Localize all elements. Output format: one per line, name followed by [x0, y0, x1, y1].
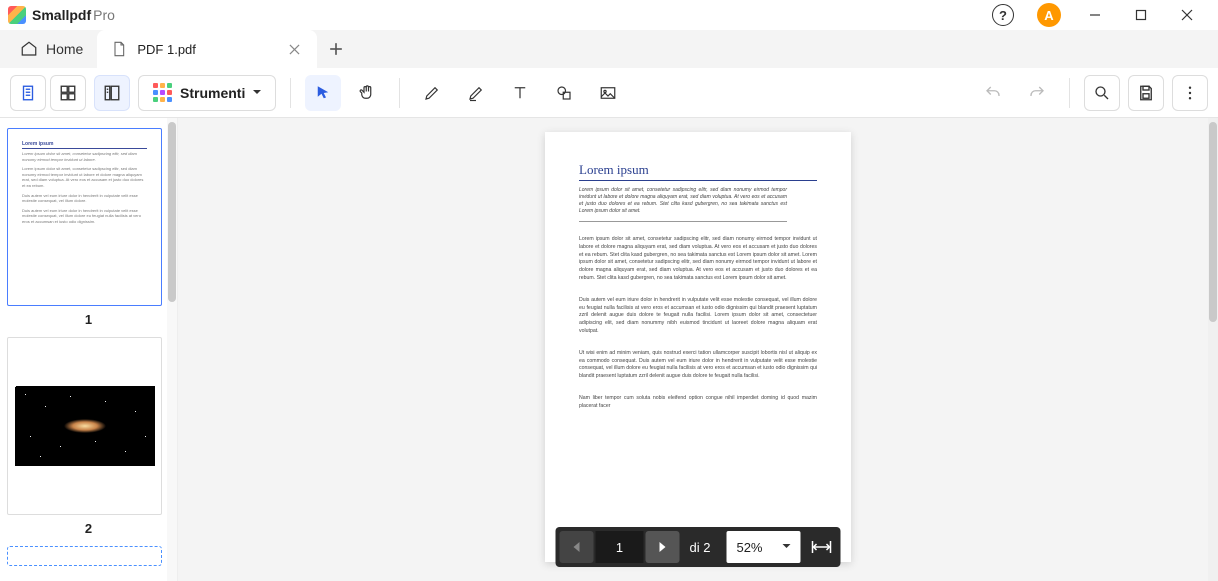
text-icon	[511, 84, 529, 102]
avatar-initial: A	[1037, 3, 1061, 27]
thumbnail-page-number: 2	[7, 521, 170, 536]
more-vertical-icon	[1181, 84, 1199, 102]
undo-icon	[984, 84, 1002, 102]
fit-width-button[interactable]	[807, 531, 837, 563]
document-page: Lorem ipsum Lorem ipsum dolor sit amet, …	[545, 132, 851, 562]
separator	[290, 78, 291, 108]
prev-page-button[interactable]	[560, 531, 594, 563]
help-icon: ?	[992, 4, 1014, 26]
scrollbar-thumb[interactable]	[1209, 122, 1217, 322]
shape-icon	[555, 84, 573, 102]
save-icon	[1137, 84, 1155, 102]
title-bar: Smallpdf Pro ? A	[0, 0, 1218, 30]
tab-close-button[interactable]	[285, 40, 303, 58]
file-icon	[111, 41, 127, 57]
page-title: Lorem ipsum	[579, 162, 817, 181]
thumbnail-page-1: Lorem ipsum Lorem ipsum dolor sit amet, …	[7, 128, 162, 306]
thumbnail-item[interactable]: 2	[7, 337, 170, 536]
separator	[399, 78, 400, 108]
pointer-icon	[314, 84, 332, 102]
app-logo-icon	[8, 6, 26, 24]
undo-button[interactable]	[975, 75, 1011, 111]
document-tab-title: PDF 1.pdf	[137, 42, 275, 57]
search-icon	[1093, 84, 1111, 102]
next-page-button[interactable]	[646, 531, 680, 563]
pencil-icon	[423, 84, 441, 102]
view-sidebar-button[interactable]	[94, 75, 130, 111]
chevron-left-icon	[572, 541, 582, 553]
redo-icon	[1028, 84, 1046, 102]
hand-tool-button[interactable]	[349, 75, 385, 111]
close-icon	[289, 44, 300, 55]
help-button[interactable]: ?	[980, 0, 1026, 30]
minimize-icon	[1089, 9, 1101, 21]
window-maximize-button[interactable]	[1118, 0, 1164, 30]
drop-zone[interactable]	[7, 546, 162, 566]
chevron-down-icon	[253, 85, 261, 101]
chevron-right-icon	[658, 541, 668, 553]
window-close-button[interactable]	[1164, 0, 1210, 30]
zoom-dropdown[interactable]: 52%	[726, 531, 800, 563]
close-icon	[1181, 9, 1193, 21]
app-name: Smallpdf	[32, 7, 91, 23]
tab-bar: Home PDF 1.pdf	[0, 30, 1218, 68]
document-tab[interactable]: PDF 1.pdf	[97, 30, 317, 68]
chevron-down-icon	[783, 539, 791, 555]
plus-icon	[329, 42, 343, 56]
toolbar: Strumenti	[0, 68, 1218, 118]
text-tool-button[interactable]	[502, 75, 538, 111]
view-single-page-button[interactable]	[10, 75, 46, 111]
main-area: Lorem ipsum Lorem ipsum dolor sit amet, …	[0, 118, 1218, 581]
home-tab[interactable]: Home	[6, 30, 97, 68]
home-tab-label: Home	[46, 41, 83, 57]
page-control-bar: di 2 52%	[556, 527, 841, 567]
page-paragraph: Lorem ipsum dolor sit amet, consetetur s…	[579, 236, 817, 283]
sidebar-icon	[103, 84, 121, 102]
window-minimize-button[interactable]	[1072, 0, 1118, 30]
viewer-scrollbar[interactable]	[1208, 118, 1218, 581]
image-icon	[599, 84, 617, 102]
maximize-icon	[1135, 9, 1147, 21]
hand-icon	[358, 84, 376, 102]
single-page-icon	[19, 84, 37, 102]
page-paragraph: Ut wisi enim ad minim veniam, quis nostr…	[579, 350, 817, 381]
save-button[interactable]	[1128, 75, 1164, 111]
page-paragraph: Duis autem vel eum iriure dolor in hendr…	[579, 297, 817, 336]
zoom-value: 52%	[736, 540, 762, 555]
fit-width-icon	[812, 540, 832, 554]
user-avatar[interactable]: A	[1026, 0, 1072, 30]
new-tab-button[interactable]	[317, 30, 355, 68]
home-icon	[20, 40, 38, 58]
page-number-input[interactable]	[596, 531, 644, 563]
shape-tool-button[interactable]	[546, 75, 582, 111]
highlight-tool-button[interactable]	[458, 75, 494, 111]
grid-icon	[59, 84, 77, 102]
thumbnail-page-number: 1	[7, 312, 170, 327]
redo-button[interactable]	[1019, 75, 1055, 111]
image-tool-button[interactable]	[590, 75, 626, 111]
thumbnail-page-2	[7, 337, 162, 515]
tools-label: Strumenti	[180, 85, 245, 101]
sidebar-scrollbar[interactable]	[167, 118, 177, 581]
tools-icon	[153, 83, 172, 102]
view-grid-button[interactable]	[50, 75, 86, 111]
select-tool-button[interactable]	[305, 75, 341, 111]
tools-dropdown[interactable]: Strumenti	[138, 75, 276, 111]
page-paragraph: Nam liber tempor cum soluta nobis eleife…	[579, 395, 817, 411]
more-button[interactable]	[1172, 75, 1208, 111]
separator	[1069, 78, 1070, 108]
draw-tool-button[interactable]	[414, 75, 450, 111]
page-intro: Lorem ipsum dolor sit amet, consetetur s…	[579, 187, 787, 222]
page-total-label: di 2	[680, 540, 721, 555]
document-viewer[interactable]: Lorem ipsum Lorem ipsum dolor sit amet, …	[178, 118, 1218, 581]
thumbnail-item[interactable]: Lorem ipsum Lorem ipsum dolor sit amet, …	[7, 128, 170, 327]
galaxy-image	[15, 386, 155, 466]
thumbnail-panel: Lorem ipsum Lorem ipsum dolor sit amet, …	[0, 118, 178, 581]
search-button[interactable]	[1084, 75, 1120, 111]
highlighter-icon	[467, 84, 485, 102]
app-suffix: Pro	[93, 7, 115, 23]
scrollbar-thumb[interactable]	[168, 122, 176, 302]
